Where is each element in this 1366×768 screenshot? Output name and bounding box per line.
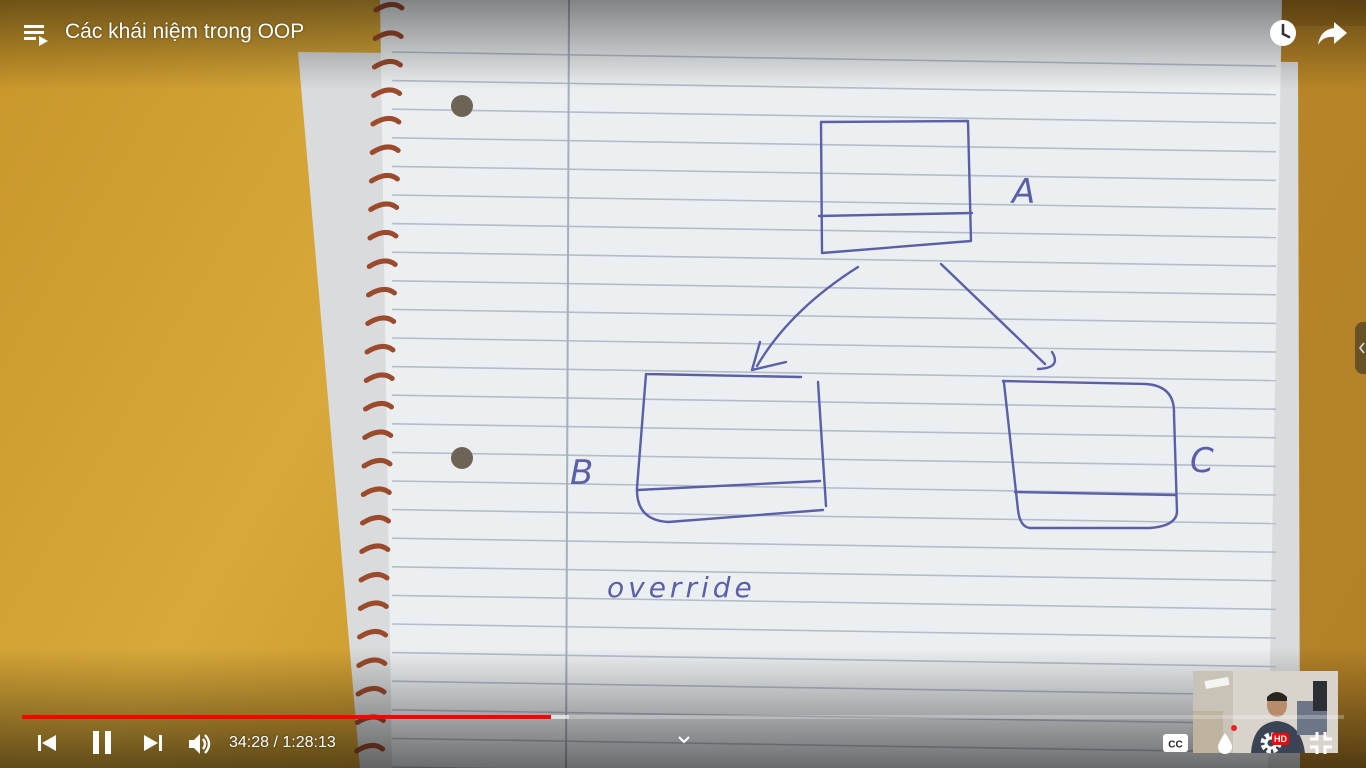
time-display: 34:28 / 1:28:13 bbox=[229, 733, 336, 753]
volume-icon bbox=[189, 734, 211, 754]
exit-fullscreen-icon bbox=[1310, 732, 1332, 754]
notebook-scene: A B C override bbox=[298, 0, 1366, 768]
chevron-down-icon bbox=[678, 736, 690, 744]
chapters-button[interactable] bbox=[674, 732, 694, 748]
note-override: override bbox=[607, 571, 756, 604]
previous-icon bbox=[38, 735, 56, 751]
label-b: B bbox=[570, 453, 593, 493]
svg-text:CC: CC bbox=[1168, 740, 1182, 751]
punch-hole bbox=[451, 447, 473, 469]
progress-played bbox=[22, 715, 551, 719]
next-button[interactable] bbox=[140, 730, 166, 756]
chevron-left-icon bbox=[1358, 342, 1365, 354]
time-separator: / bbox=[269, 734, 283, 751]
subtitles-button[interactable]: CC bbox=[1162, 732, 1190, 754]
share-arrow-icon bbox=[1318, 22, 1347, 45]
playlist-button[interactable] bbox=[20, 18, 52, 50]
current-time: 34:28 bbox=[229, 734, 270, 751]
previous-button[interactable] bbox=[34, 730, 60, 756]
label-c: C bbox=[1190, 441, 1214, 481]
volume-button[interactable] bbox=[186, 730, 214, 758]
video-frame[interactable]: A B C override bbox=[0, 0, 1366, 768]
hd-badge: HD bbox=[1272, 733, 1289, 745]
duration: 1:28:13 bbox=[282, 734, 336, 751]
progress-bar[interactable] bbox=[22, 712, 1344, 722]
watch-later-button[interactable] bbox=[1266, 16, 1300, 50]
next-icon bbox=[144, 735, 162, 751]
video-title[interactable]: Các khái niệm trong OOP bbox=[65, 19, 304, 45]
punch-hole bbox=[451, 95, 473, 117]
clock-icon bbox=[1270, 20, 1296, 46]
cc-icon: CC bbox=[1163, 734, 1188, 752]
pause-button[interactable] bbox=[88, 728, 116, 758]
pause-icon bbox=[93, 731, 111, 754]
autoplay-drop-icon bbox=[1218, 733, 1232, 754]
share-button[interactable] bbox=[1314, 16, 1350, 50]
playlist-icon bbox=[24, 25, 48, 46]
label-a: A bbox=[1010, 172, 1035, 212]
autoplay-button[interactable] bbox=[1212, 730, 1238, 756]
exit-fullscreen-button[interactable] bbox=[1306, 728, 1336, 758]
side-panel-handle[interactable] bbox=[1355, 322, 1366, 374]
